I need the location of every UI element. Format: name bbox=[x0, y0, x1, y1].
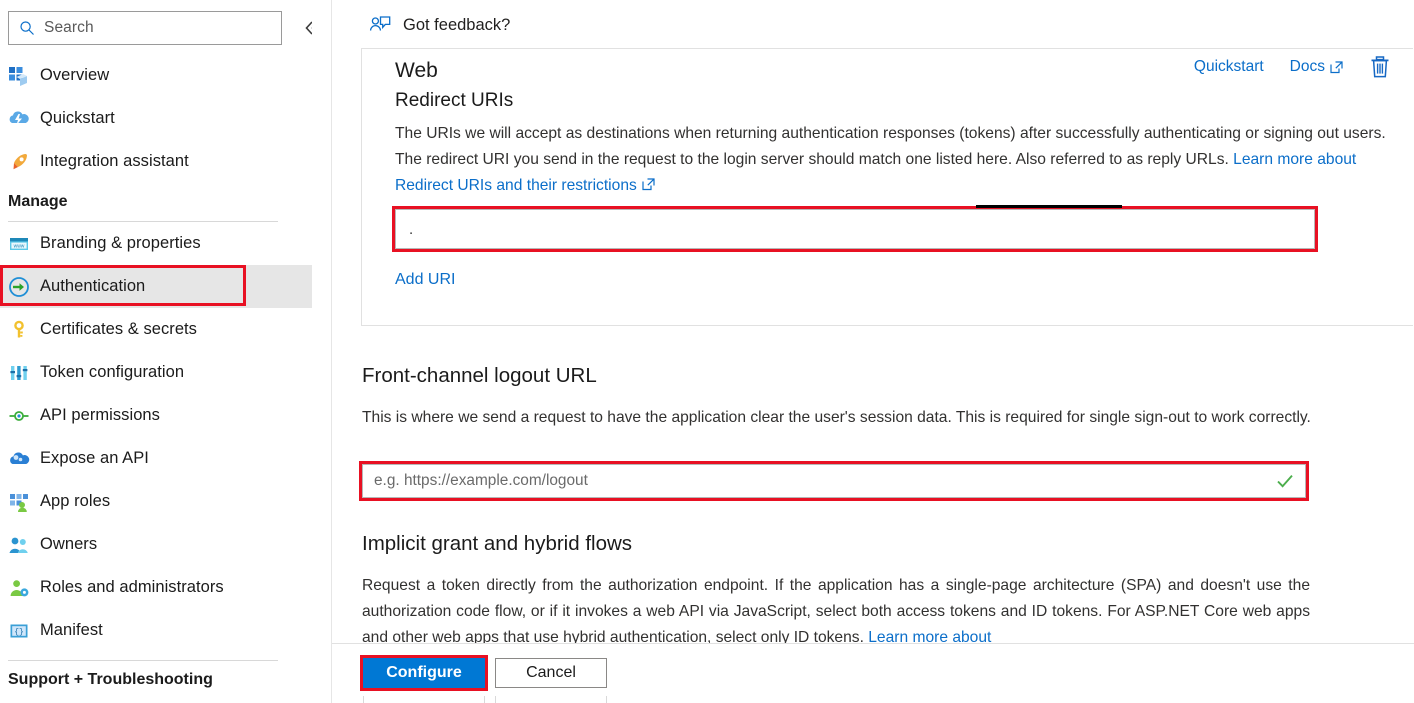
sidebar-group-support: Support + Troubleshooting bbox=[8, 671, 213, 688]
redirect-uris-description: The URIs we will accept as destinations … bbox=[395, 121, 1405, 199]
sidebar-item-label: Expose an API bbox=[40, 449, 149, 467]
sidebar-item-label: API permissions bbox=[40, 406, 160, 424]
sidebar-item-manifest[interactable]: {} Manifest bbox=[0, 609, 300, 652]
cloud-gear-icon bbox=[8, 448, 30, 470]
sidebar-item-authentication[interactable]: Authentication bbox=[0, 265, 312, 308]
ghost-button-edges bbox=[363, 696, 607, 703]
platform-title: Web bbox=[395, 59, 438, 82]
redaction-bar bbox=[976, 205, 1122, 208]
overview-grid-icon bbox=[8, 65, 30, 87]
arrow-into-door-icon bbox=[8, 276, 30, 298]
quickstart-link[interactable]: Quickstart bbox=[1194, 58, 1264, 76]
sidebar-item-branding-properties[interactable]: www Branding & properties bbox=[0, 222, 300, 265]
cancel-button[interactable]: Cancel bbox=[495, 658, 607, 688]
main-content: Got feedback? Quickstart Docs Web Redire… bbox=[332, 0, 1414, 703]
rocket-icon bbox=[8, 151, 30, 173]
key-icon bbox=[8, 319, 30, 341]
external-link-icon bbox=[642, 174, 655, 191]
svg-text:{}: {} bbox=[14, 628, 24, 637]
search-placeholder: Search bbox=[44, 19, 94, 36]
got-feedback-label: Got feedback? bbox=[403, 15, 511, 34]
left-sidebar: Search Overview Quickstart Integration a… bbox=[0, 0, 312, 703]
sidebar-nav-list: Overview Quickstart Integration assistan… bbox=[0, 54, 312, 699]
card-action-links: Quickstart Docs bbox=[1194, 55, 1413, 79]
redirect-uri-field-wrap: . bbox=[392, 205, 1318, 252]
sidebar-item-label: Quickstart bbox=[40, 109, 115, 127]
sidebar-item-label: Integration assistant bbox=[40, 152, 189, 170]
web-redirect-uris-card: Quickstart Docs Web Redirect URIs The UR… bbox=[361, 48, 1413, 326]
search-row: Search bbox=[0, 0, 312, 52]
browser-window-icon: www bbox=[8, 233, 30, 255]
sidebar-item-label: App roles bbox=[40, 492, 111, 510]
sidebar-item-label: Certificates & secrets bbox=[40, 320, 197, 338]
redirect-uri-input[interactable]: . bbox=[395, 209, 1315, 249]
azure-portal-authentication-page: Search Overview Quickstart Integration a… bbox=[0, 0, 1414, 703]
sidebar-item-label: Authentication bbox=[40, 277, 146, 295]
external-link-icon bbox=[1330, 60, 1343, 74]
got-feedback-button[interactable]: Got feedback? bbox=[332, 0, 1414, 50]
add-uri-link[interactable]: Add URI bbox=[395, 271, 455, 289]
docs-link-label: Docs bbox=[1289, 58, 1325, 75]
sidebar-item-quickstart[interactable]: Quickstart bbox=[0, 97, 300, 140]
person-gear-icon bbox=[8, 577, 30, 599]
command-footer: Configure Cancel bbox=[332, 643, 1414, 703]
delete-platform-trash-icon[interactable] bbox=[1369, 55, 1391, 79]
sidebar-item-certificates-secrets[interactable]: Certificates & secrets bbox=[0, 308, 300, 351]
green-check-icon bbox=[1276, 472, 1294, 490]
sidebar-item-label: Roles and administrators bbox=[40, 578, 224, 596]
sidebar-item-expose-an-api[interactable]: Expose an API bbox=[0, 437, 300, 480]
collapse-sidebar-button[interactable] bbox=[300, 16, 312, 40]
front-channel-logout-field-wrap: e.g. https://example.com/logout bbox=[359, 461, 1309, 501]
braces-icon: {} bbox=[8, 620, 30, 642]
docs-link[interactable]: Docs bbox=[1290, 58, 1343, 76]
redirect-uris-subtitle: Redirect URIs bbox=[395, 90, 514, 111]
two-people-icon bbox=[8, 534, 30, 556]
front-channel-logout-description: This is where we send a request to have … bbox=[362, 409, 1311, 426]
sidebar-item-label: Token configuration bbox=[40, 363, 185, 381]
bar-sliders-icon bbox=[8, 362, 30, 384]
sidebar-item-roles-and-administrators[interactable]: Roles and administrators bbox=[0, 566, 300, 609]
sidebar-item-integration-assistant[interactable]: Integration assistant bbox=[0, 140, 300, 183]
sidebar-item-owners[interactable]: Owners bbox=[0, 523, 300, 566]
sidebar-item-token-configuration[interactable]: Token configuration bbox=[0, 351, 300, 394]
sidebar-item-label: Owners bbox=[40, 535, 98, 553]
search-icon bbox=[19, 20, 35, 36]
front-channel-logout-title: Front-channel logout URL bbox=[362, 364, 597, 387]
sidebar-item-label: Manifest bbox=[40, 621, 103, 639]
sidebar-item-overview[interactable]: Overview bbox=[0, 54, 300, 97]
person-speech-icon bbox=[369, 15, 391, 35]
sidebar-item-label: Overview bbox=[40, 66, 110, 84]
implicit-grant-title: Implicit grant and hybrid flows bbox=[362, 532, 633, 555]
sidebar-item-label: Branding & properties bbox=[40, 234, 201, 252]
plug-connector-icon bbox=[8, 405, 30, 427]
sidebar-group-manage: Manage bbox=[8, 193, 68, 210]
sidebar-item-api-permissions[interactable]: API permissions bbox=[0, 394, 300, 437]
redirect-uri-row: . bbox=[392, 205, 1405, 252]
implicit-desc-line1: Request a token directly from the author… bbox=[362, 577, 1194, 594]
implicit-grant-description: Request a token directly from the author… bbox=[362, 573, 1310, 651]
grid-person-icon bbox=[8, 491, 30, 513]
search-input[interactable]: Search bbox=[8, 11, 282, 45]
svg-text:www: www bbox=[14, 243, 25, 249]
sidebar-item-app-roles[interactable]: App roles bbox=[0, 480, 300, 523]
cloud-lightning-icon bbox=[8, 108, 30, 130]
front-channel-logout-input[interactable]: e.g. https://example.com/logout bbox=[362, 464, 1306, 498]
configure-button[interactable]: Configure bbox=[363, 658, 485, 688]
